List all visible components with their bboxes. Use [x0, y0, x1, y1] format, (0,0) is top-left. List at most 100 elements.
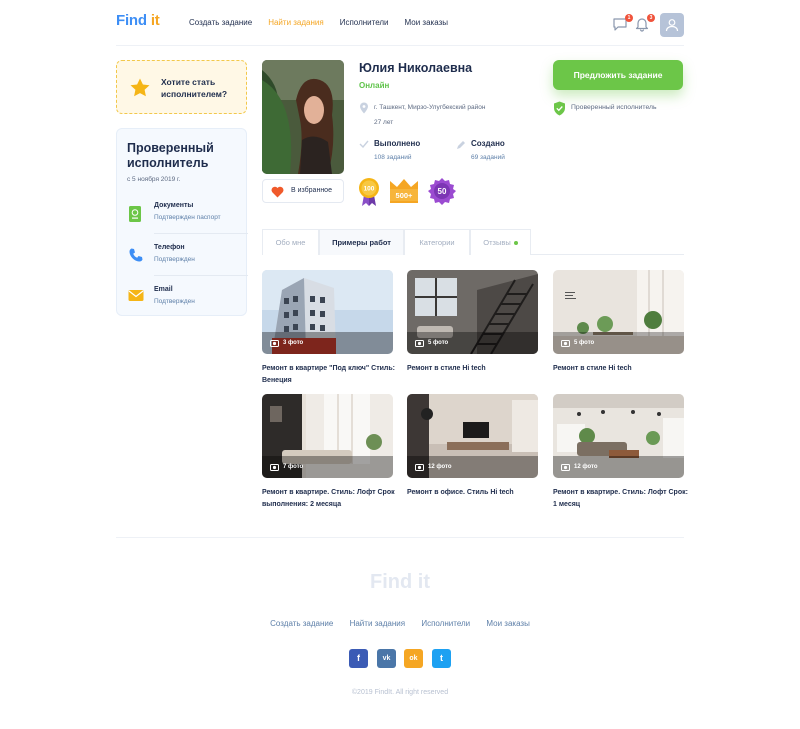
- portfolio-caption: Ремонт в стиле Hi tech: [407, 365, 486, 372]
- photo-count: 12 фото: [415, 463, 452, 471]
- footer-nav-performers[interactable]: Исполнители: [421, 619, 470, 628]
- verified-note-label: Проверенный исполнитель: [571, 104, 657, 111]
- photo-count: 5 фото: [561, 339, 594, 347]
- profile-tabs: Обо мне Примеры работ Категории Отзывы: [262, 229, 684, 255]
- photo-count: 7 фото: [270, 463, 303, 471]
- stat-title: Выполнено: [374, 139, 421, 148]
- photo-count: 3 фото: [270, 339, 303, 347]
- photo-count-label: 5 фото: [428, 340, 449, 346]
- top-bar: Find it Создать задание Найти задания Ис…: [0, 0, 800, 46]
- passport-icon: [129, 206, 141, 222]
- tab-portfolio[interactable]: Примеры работ: [319, 229, 404, 255]
- photo-count-label: 12 фото: [574, 464, 598, 470]
- nav-create-task[interactable]: Создать задание: [189, 18, 252, 27]
- footer-logo[interactable]: Find it: [0, 571, 800, 594]
- verified-note: Проверенный исполнитель: [553, 101, 657, 118]
- header-icons: 1 3: [610, 13, 684, 37]
- verification-title: Email: [154, 286, 173, 293]
- performer-name: Юлия Николаевна: [359, 61, 473, 75]
- notifications-badge: 3: [647, 14, 655, 22]
- photo-count-label: 12 фото: [428, 464, 452, 470]
- footer-nav: Создать задание Найти задания Исполнител…: [0, 619, 800, 628]
- tab-categories[interactable]: Категории: [404, 229, 470, 255]
- tab-reviews[interactable]: Отзывы: [470, 229, 531, 255]
- camera-icon: [415, 340, 424, 347]
- verification-email: Email Подтвержден: [117, 279, 248, 321]
- camera-icon: [561, 340, 570, 347]
- footer-divider: [116, 537, 684, 538]
- camera-icon: [415, 464, 424, 471]
- online-status: Онлайн: [359, 81, 390, 90]
- nav-performers[interactable]: Исполнители: [340, 18, 389, 27]
- messages-button[interactable]: 1: [612, 14, 633, 34]
- stat-value: 108 заданий: [374, 154, 412, 161]
- header-divider: [116, 45, 684, 46]
- portfolio-caption: Ремонт в квартире. Стиль: Лофт Срок: 1 м…: [553, 489, 688, 508]
- verified-card-date: с 5 ноября 2019 г.: [127, 176, 181, 183]
- footer-nav-my-orders[interactable]: Мои заказы: [486, 619, 529, 628]
- photo-count: 12 фото: [561, 463, 598, 471]
- location-pin-icon: [360, 102, 368, 114]
- stat-value: 69 заданий: [471, 154, 505, 161]
- verified-performer-card: Проверенный исполнитель с 5 ноября 2019 …: [116, 128, 248, 316]
- footer-nav-create-task[interactable]: Создать задание: [270, 619, 333, 628]
- tab-reviews-label: Отзывы: [483, 238, 511, 247]
- verification-documents: Документы Подтвержден паспорт: [117, 195, 248, 237]
- logo-part-it: it: [146, 12, 160, 29]
- main-nav: Создать задание Найти задания Исполнител…: [189, 18, 464, 27]
- age-text: 27 лет: [374, 119, 394, 126]
- messages-badge: 1: [625, 14, 633, 22]
- verification-phone: Телефон Подтвержден: [117, 237, 248, 279]
- verification-title: Телефон: [154, 244, 185, 251]
- facebook-icon[interactable]: f: [349, 649, 368, 668]
- stat-title: Создано: [471, 139, 505, 148]
- tab-about[interactable]: Обо мне: [262, 229, 319, 255]
- offer-task-button[interactable]: Предложить задание: [553, 60, 683, 90]
- verification-status: Подтвержден: [154, 298, 195, 305]
- achievement-badges: 100 500+ 50: [358, 177, 468, 207]
- heart-icon: [271, 186, 284, 198]
- pencil-icon: [457, 141, 465, 149]
- add-to-favorites-button[interactable]: В избранное: [262, 179, 344, 203]
- notifications-button[interactable]: 3: [634, 14, 655, 34]
- odnoklassniki-icon[interactable]: ok: [404, 649, 423, 668]
- profile-photo: [262, 60, 344, 174]
- portfolio-caption: Ремонт в офисе. Стиль Hi tech: [407, 489, 514, 496]
- logo[interactable]: Find it: [116, 12, 160, 29]
- user-icon: [665, 19, 679, 32]
- badge-50-label: 50: [438, 187, 447, 196]
- portfolio-caption: Ремонт в квартире "Под ключ" Стиль: Вене…: [262, 365, 396, 384]
- verification-status: Подтвержден: [154, 256, 195, 263]
- checkmark-icon: [359, 140, 369, 148]
- logo-part-find: Find: [116, 12, 147, 29]
- footer-nav-find-tasks[interactable]: Найти задания: [350, 619, 406, 628]
- camera-icon: [561, 464, 570, 471]
- verified-card-title: Проверенный исполнитель: [127, 141, 214, 170]
- photo-count-label: 7 фото: [283, 464, 304, 470]
- camera-icon: [270, 464, 279, 471]
- badge-500-label: 500+: [396, 191, 414, 200]
- star-icon: [130, 78, 150, 97]
- favorites-label: В избранное: [291, 187, 332, 194]
- user-avatar-button[interactable]: [660, 13, 684, 37]
- new-reviews-dot: [513, 241, 518, 246]
- photo-count-label: 5 фото: [574, 340, 595, 346]
- nav-find-tasks[interactable]: Найти задания: [268, 18, 324, 27]
- badge-100-label: 100: [364, 186, 375, 193]
- email-icon: [128, 290, 144, 301]
- camera-icon: [270, 340, 279, 347]
- badge-100-icon: 100: [359, 178, 379, 206]
- divider: [154, 275, 248, 276]
- badge-50-icon: 50: [428, 178, 456, 205]
- verification-status: Подтвержден паспорт: [154, 214, 221, 221]
- copyright: ©2019 FindIt. All right reserved: [351, 689, 449, 696]
- nav-my-orders[interactable]: Мои заказы: [405, 18, 448, 27]
- shield-check-icon: [554, 101, 565, 116]
- photo-count: 5 фото: [415, 339, 448, 347]
- twitter-icon[interactable]: t: [432, 649, 451, 668]
- become-performer-card[interactable]: Хотите стать исполнителем?: [116, 60, 247, 114]
- portfolio-caption: Ремонт в стиле Hi tech: [553, 365, 632, 372]
- vk-icon[interactable]: vk: [377, 649, 396, 668]
- location-text: г. Ташкент, Мирзо-Улугбекский район: [374, 104, 486, 111]
- badge-500-icon: 500+: [390, 179, 418, 203]
